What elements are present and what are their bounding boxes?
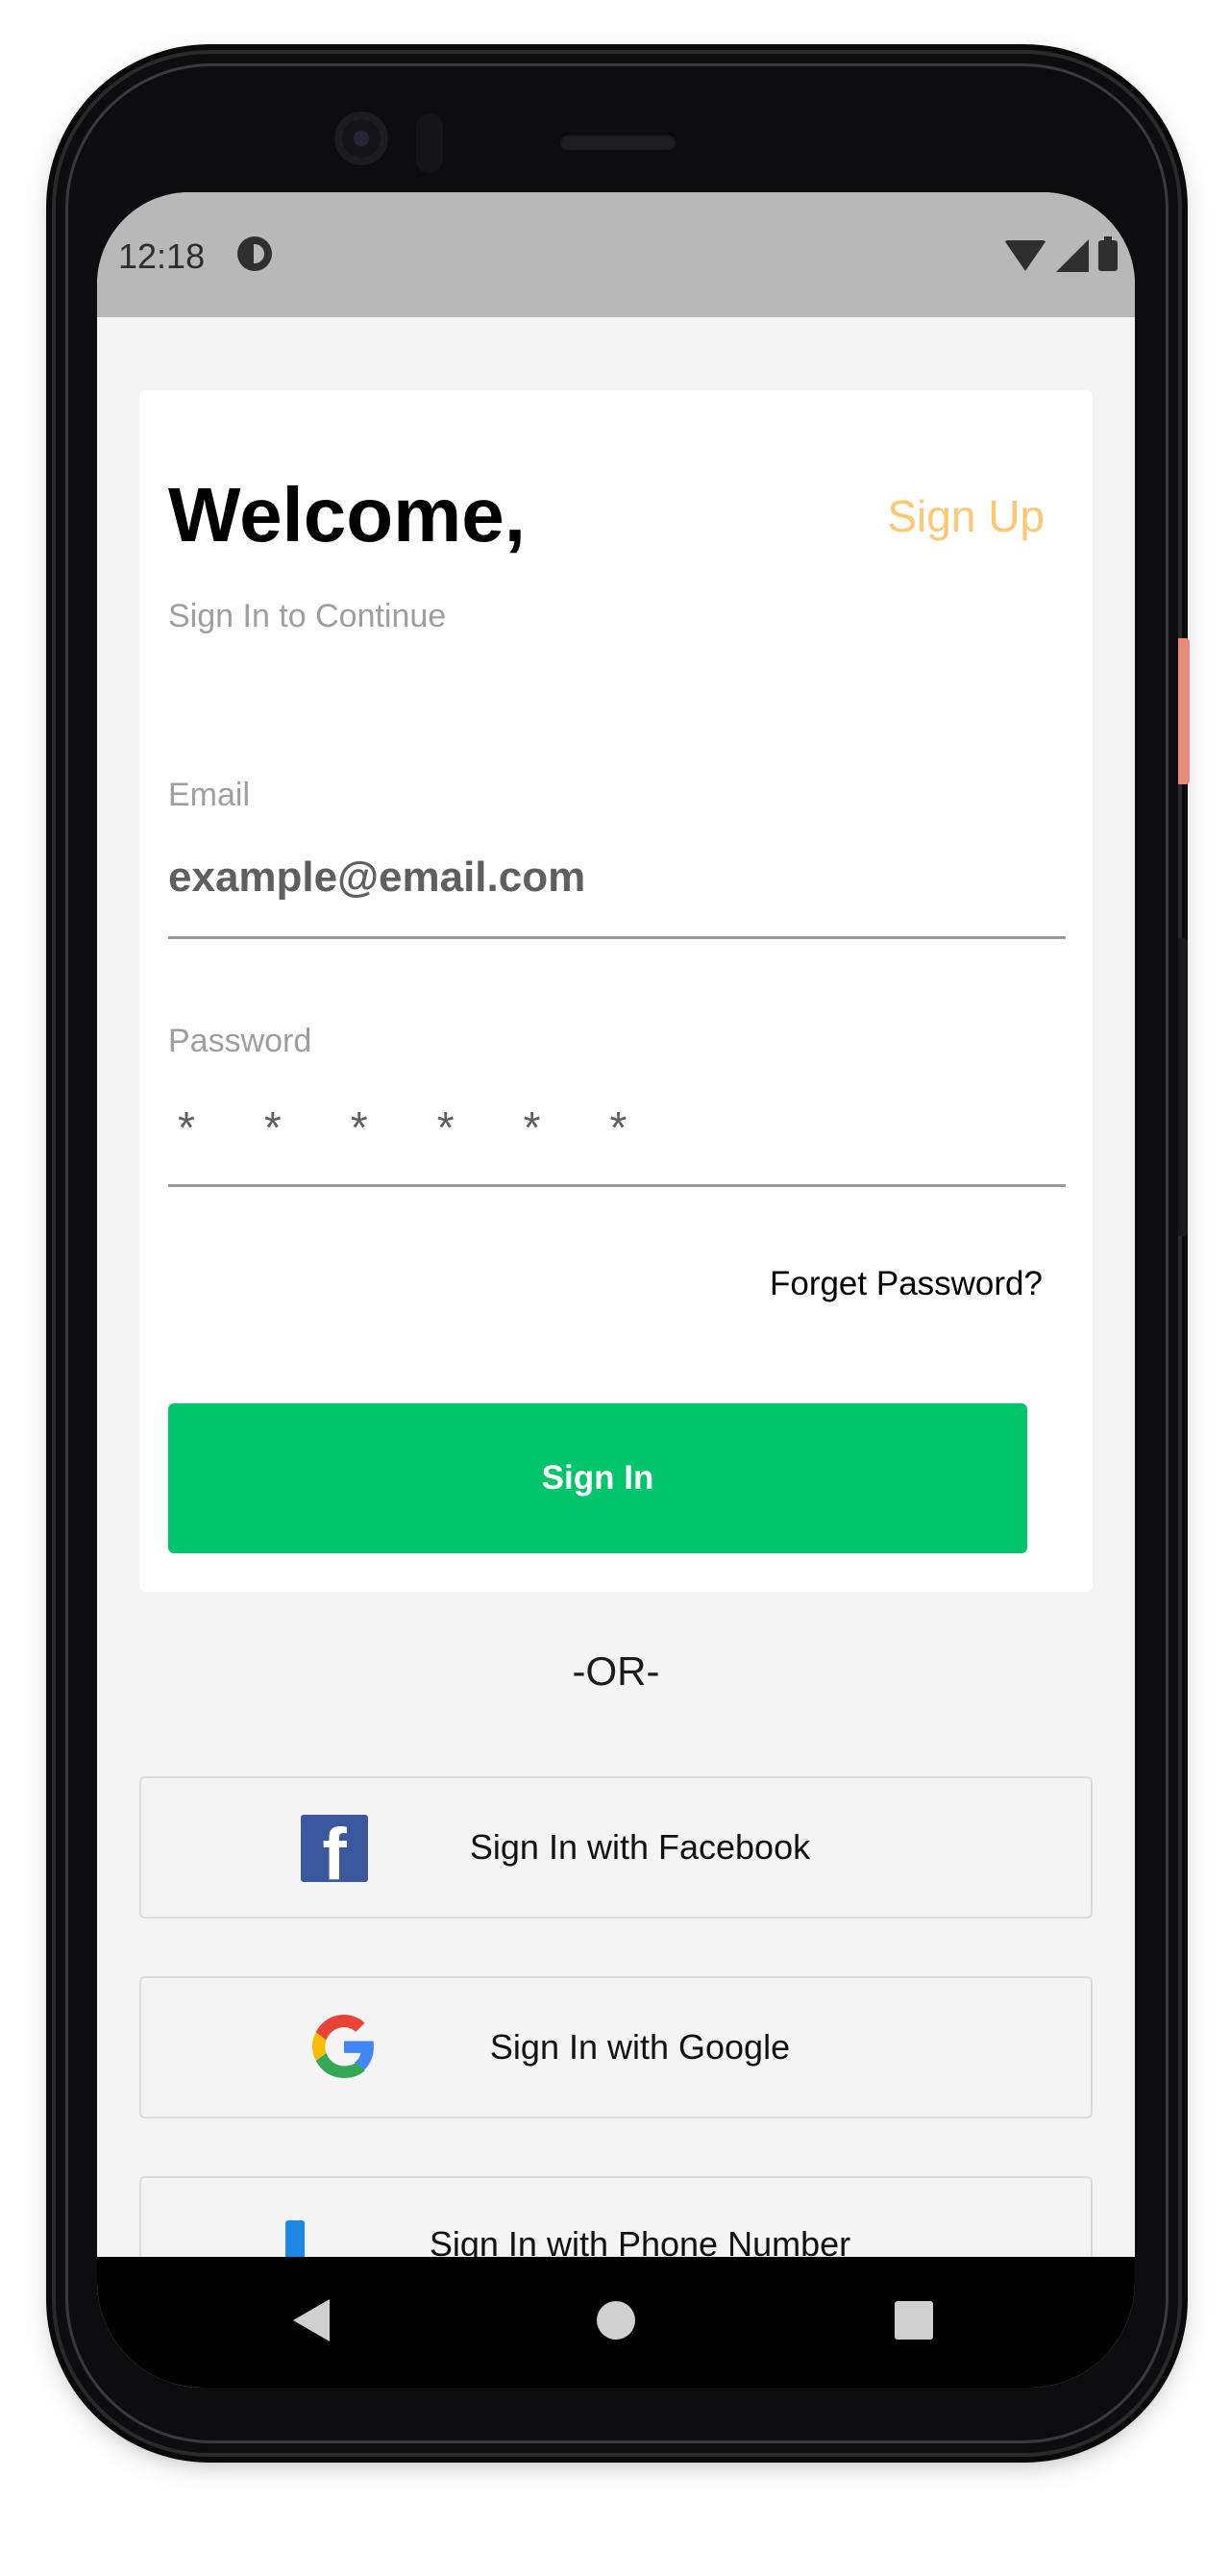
- email-label: Email: [168, 777, 251, 813]
- back-icon[interactable]: [293, 2299, 330, 2341]
- subtitle: Sign In to Continue: [168, 598, 447, 634]
- password-underline: [168, 1184, 1066, 1187]
- sign-up-link[interactable]: Sign Up: [887, 490, 1045, 542]
- sign-in-button[interactable]: Sign In: [168, 1403, 1027, 1553]
- or-divider: -OR-: [572, 1648, 660, 1694]
- password-label: Password: [168, 1023, 312, 1059]
- google-sign-in-label: Sign In with Google: [489, 2027, 791, 2067]
- navigation-bar: [97, 2257, 1135, 2388]
- page-title: Welcome,: [168, 472, 526, 557]
- app-notification-icon: [237, 236, 272, 271]
- home-icon[interactable]: [597, 2301, 635, 2340]
- wifi-icon: [1004, 240, 1046, 271]
- volume-button[interactable]: [1178, 938, 1188, 1236]
- status-bar: 12:18: [97, 192, 1135, 317]
- proximity-sensor: [416, 113, 443, 173]
- email-field[interactable]: [168, 844, 1066, 911]
- front-camera-icon: [334, 111, 388, 165]
- power-button[interactable]: [1178, 638, 1190, 784]
- app-screen: 12:18 Welcome, Sign Up Sign In to Contin…: [97, 192, 1135, 2388]
- google-sign-in-button[interactable]: Sign In with Google: [139, 1976, 1093, 2118]
- login-card: Welcome, Sign Up Sign In to Continue Ema…: [139, 390, 1093, 1592]
- facebook-sign-in-label: Sign In with Facebook: [469, 1827, 811, 1867]
- battery-icon: [1098, 236, 1118, 271]
- status-time: 12:18: [118, 236, 206, 276]
- signal-icon: [1056, 239, 1089, 272]
- forget-password-link[interactable]: Forget Password?: [770, 1265, 1043, 1303]
- earpiece-speaker: [559, 133, 676, 150]
- facebook-sign-in-button[interactable]: f Sign In with Facebook: [139, 1776, 1093, 1919]
- password-field[interactable]: ******: [168, 1102, 696, 1153]
- recent-apps-icon[interactable]: [895, 2301, 933, 2340]
- email-underline: [168, 936, 1066, 939]
- status-icons: [1004, 236, 1118, 275]
